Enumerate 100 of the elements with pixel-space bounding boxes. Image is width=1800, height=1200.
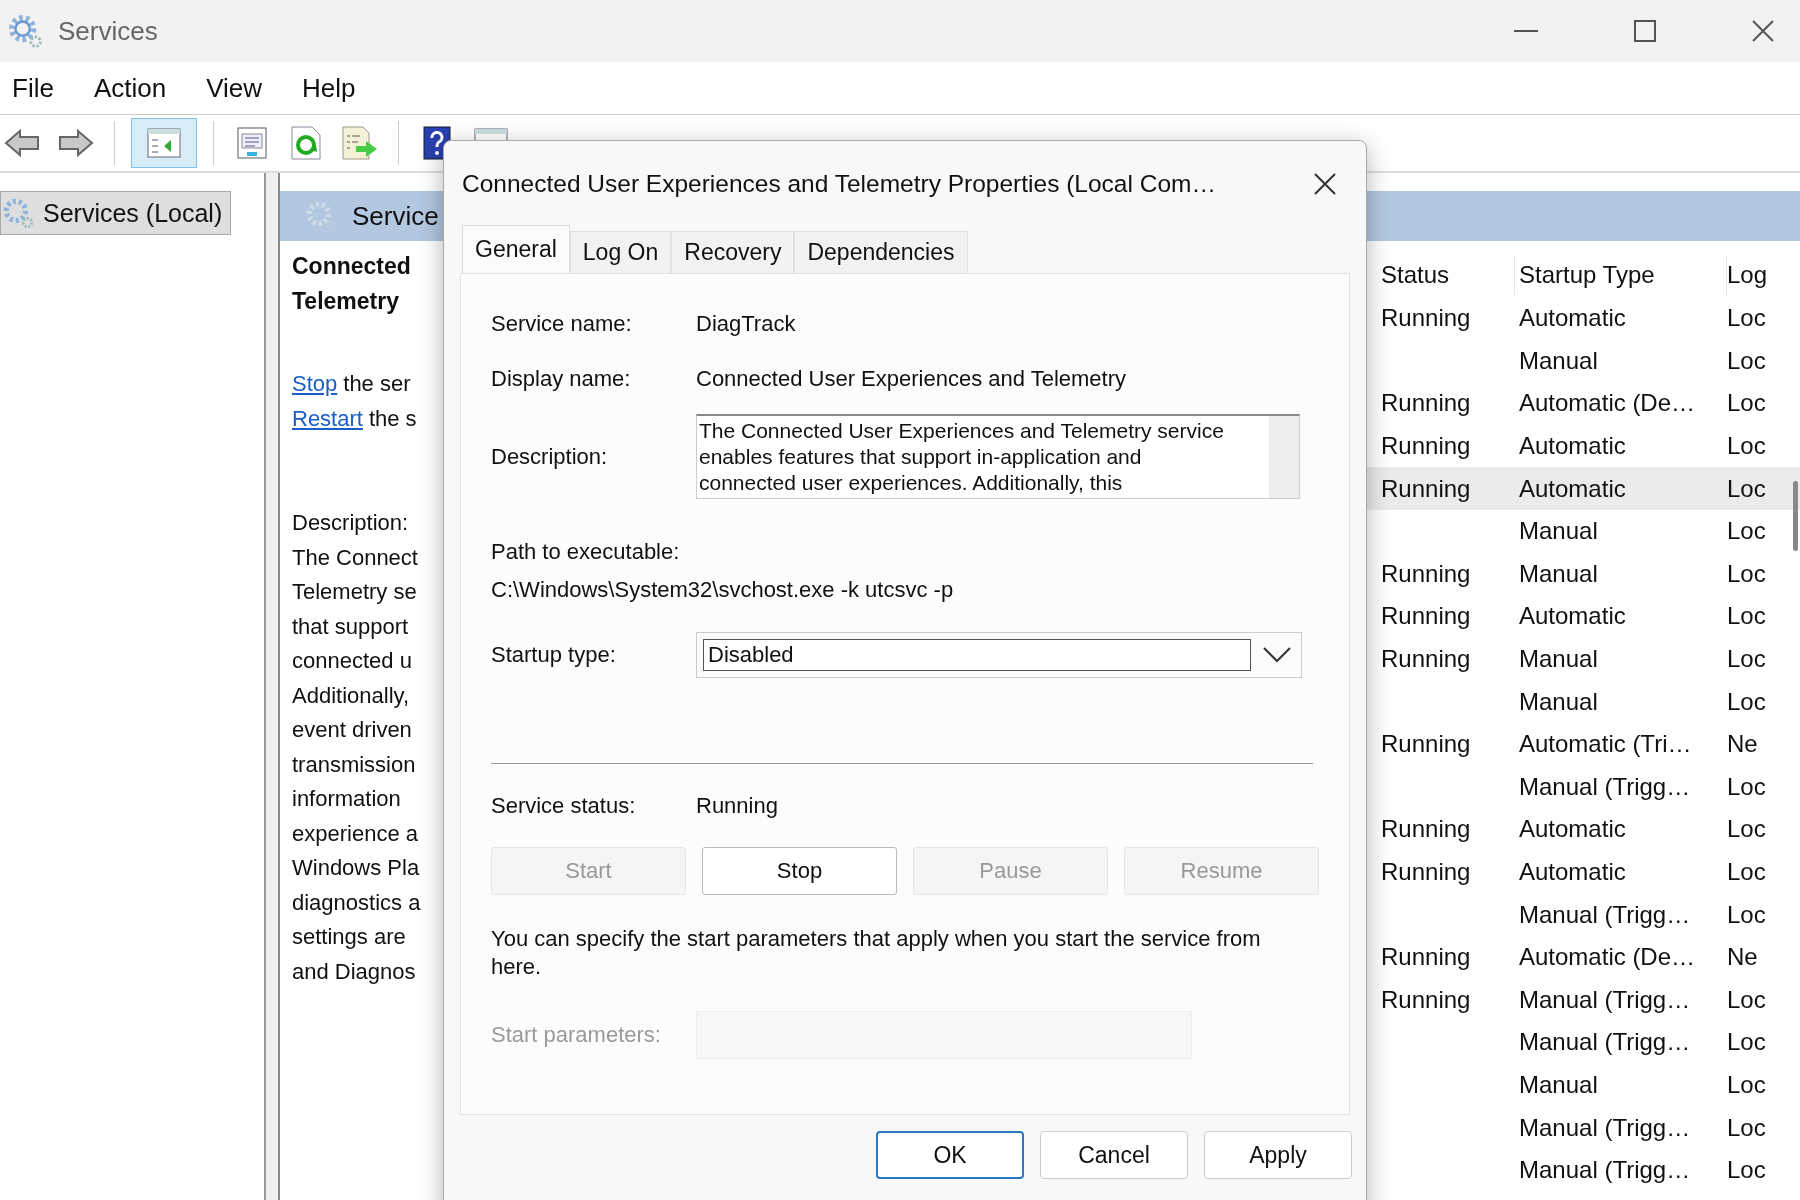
description-line: event driven (292, 716, 413, 744)
service-row[interactable]: Manual (Trigg… Loc (1367, 1106, 1800, 1149)
log-on-cell-text: Loc (1727, 559, 1767, 588)
startup-type-cell-text: Automatic (1518, 432, 1627, 461)
close-icon[interactable] (1752, 20, 1774, 42)
service-row[interactable]: Manual Loc (1367, 509, 1800, 553)
log-on-cell-text: Ne (1727, 943, 1759, 972)
column-header[interactable]: Log (1727, 255, 1777, 295)
description-line: experience a (292, 819, 419, 848)
service-row[interactable]: Running Automatic (De… Ne (1367, 935, 1800, 979)
log-on-cell-text: Loc (1727, 1028, 1767, 1057)
description-line: diagnostics a (292, 888, 422, 917)
service-row[interactable]: Manual Loc (1367, 680, 1800, 723)
field-label: Start parameters: (491, 1021, 662, 1048)
log-on-cell-text: Loc (1727, 1156, 1767, 1185)
action-text: the s (368, 405, 417, 431)
log-on-cell-text: Loc (1727, 645, 1767, 674)
service-row[interactable]: Running Manual Loc (1367, 637, 1800, 681)
service-row[interactable]: Running Automatic Loc (1367, 297, 1800, 340)
chevron-down-icon (1263, 646, 1291, 663)
description-line: Additionally, (292, 681, 410, 710)
status-cell: Running (1381, 559, 1471, 587)
action-link[interactable]: Restart (292, 405, 363, 431)
status-value: Running (696, 792, 778, 819)
log-on-cell-text: Loc (1727, 474, 1767, 503)
field-label: Description: (491, 443, 609, 470)
service-row[interactable]: Running Automatic Loc (1367, 850, 1800, 894)
log-on-cell-text: Loc (1727, 858, 1767, 886)
tab[interactable]: General (462, 225, 570, 273)
tree-item[interactable]: Services (Local) (0, 191, 232, 235)
description-line: and Diagnos (292, 957, 417, 986)
gear-icon (1, 196, 35, 230)
service-row[interactable]: Running Automatic Loc (1367, 595, 1800, 638)
service-row[interactable]: Manual Loc (1367, 339, 1800, 383)
log-on-cell-text: Loc (1727, 432, 1767, 461)
service-row[interactable]: Running Automatic (Tri… Ne (1367, 722, 1800, 766)
service-row[interactable]: Manual (Trigg… Loc (1367, 765, 1800, 809)
menu-item[interactable]: Help (302, 72, 356, 104)
log-on-cell-text: Loc (1727, 602, 1767, 631)
service-row[interactable]: Running Automatic Loc (1367, 467, 1800, 510)
service-row[interactable]: Manual Loc (1367, 1063, 1800, 1107)
description-line: The Connect (292, 543, 419, 572)
gear-icon (6, 12, 44, 50)
startup-type-cell-text: Automatic (De… (1518, 943, 1697, 972)
description-line: transmission (292, 750, 417, 779)
service-row[interactable]: Manual (Trigg… Loc (1367, 893, 1800, 936)
startup-type-cell-text: Manual (1518, 645, 1599, 674)
window-title: Services (58, 15, 158, 47)
startup-type-dropdown[interactable]: Disabled (696, 631, 1302, 678)
service-row[interactable]: Manual (Trigg… Loc (1367, 1021, 1800, 1064)
dialog-button[interactable]: Apply (1204, 1131, 1352, 1179)
log-on-cell-text: Loc (1727, 985, 1767, 1014)
startup-type-cell-text: Manual (1518, 687, 1599, 716)
service-row[interactable]: Manual (Trigg… Loc (1367, 1148, 1800, 1192)
service-button[interactable]: Stop (702, 847, 897, 895)
service-row[interactable]: Running Automatic (De… Loc (1367, 382, 1800, 425)
dialog-button[interactable]: Cancel (1040, 1131, 1188, 1179)
field-label: Display name: (491, 365, 632, 392)
close-icon[interactable] (1314, 173, 1336, 195)
maximize-icon[interactable] (1634, 20, 1656, 42)
service-row[interactable]: Running Automatic Loc (1367, 424, 1800, 468)
field-label: Path to executable: (491, 539, 681, 565)
service-row[interactable]: Running Manual Loc (1367, 552, 1800, 596)
menu-item[interactable]: File (12, 72, 54, 104)
startup-type-cell-text: Automatic (1518, 602, 1627, 631)
description-line: connected u (292, 647, 413, 675)
status-cell: Running (1381, 858, 1471, 885)
status-cell: Running (1381, 474, 1471, 502)
startup-type-cell-text: Automatic (1518, 474, 1627, 503)
log-on-cell-text: Loc (1727, 389, 1767, 418)
startup-type-cell-text: Manual (Trigg… (1518, 772, 1692, 801)
action-text: the ser (343, 371, 411, 396)
description-field[interactable]: The Connected User Experiences and Telemetry service enables features that support in-application and connected user experiences. Additionally, this (696, 414, 1300, 499)
service-row[interactable]: Running Automatic Loc (1367, 808, 1800, 851)
status-cell: Running (1381, 389, 1471, 417)
dialog-button[interactable]: OK (876, 1131, 1024, 1179)
log-on-cell-text: Loc (1727, 900, 1767, 929)
minimize-icon[interactable] (1514, 29, 1538, 33)
tab[interactable]: Log On (569, 231, 672, 273)
pane-toggle-icon[interactable] (131, 118, 197, 168)
startup-type-cell-text: Manual (Trigg… (1518, 1113, 1692, 1142)
dialog-title: Connected User Experiences and Telemetry Properties (Local Com… (462, 170, 1216, 198)
startup-type-cell-text: Manual (1518, 346, 1599, 375)
startup-type-cell-text: Manual (Trigg… (1518, 1028, 1692, 1057)
field-value: Connected User Experiences and Telemetry (696, 365, 1127, 392)
tab[interactable]: Recovery (671, 231, 795, 273)
column-header[interactable]: Startup Type (1515, 255, 1727, 295)
tab[interactable]: Dependencies (794, 231, 968, 273)
scrollbar[interactable] (1793, 481, 1798, 551)
service-row[interactable]: Running Manual (Trigg… Loc (1367, 978, 1800, 1022)
startup-type-cell-text: Manual (Trigg… (1518, 900, 1692, 929)
log-on-cell-text: Loc (1727, 1113, 1767, 1142)
action-link[interactable]: Stop (292, 371, 338, 396)
status-cell: Running (1381, 815, 1471, 843)
startup-type-cell-text: Automatic (1518, 815, 1627, 844)
menu-item[interactable]: Action (93, 72, 167, 104)
path-value: C:\Windows\System32\svchost.exe -k utcsvc -p (491, 577, 955, 603)
startup-type-cell-text: Automatic (Tri… (1518, 730, 1693, 759)
menu-item[interactable]: View (206, 72, 263, 104)
startup-type-cell-text: Automatic (1518, 304, 1627, 333)
